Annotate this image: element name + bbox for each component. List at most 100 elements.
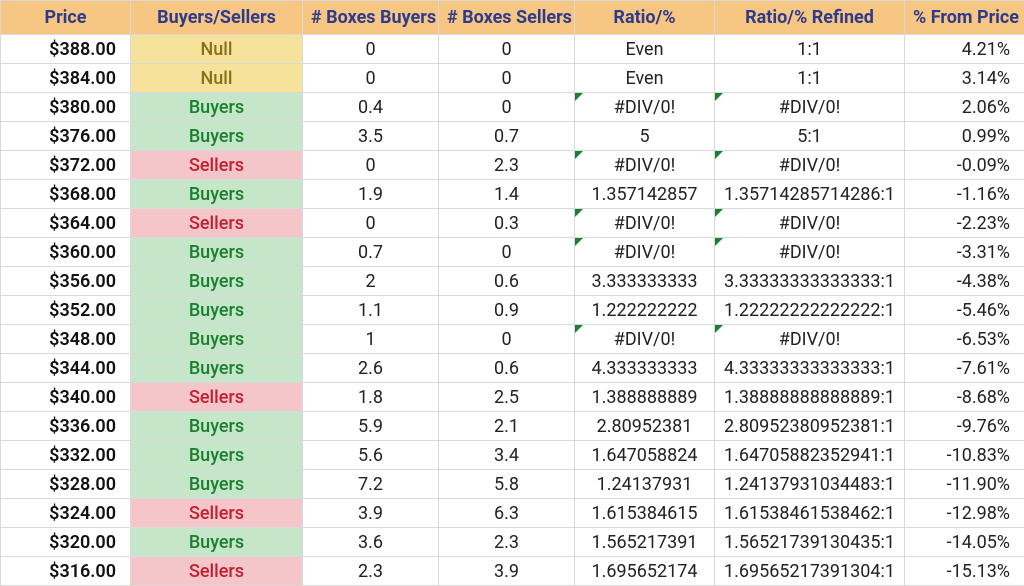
cell-buyers-sellers[interactable]: Buyers — [131, 354, 303, 383]
cell-boxes-sellers[interactable]: 2.1 — [439, 412, 575, 441]
cell-boxes-buyers[interactable]: 0.4 — [303, 93, 439, 122]
cell-boxes-buyers[interactable]: 5.9 — [303, 412, 439, 441]
cell-pct-from-price[interactable]: -6.53% — [905, 325, 1024, 354]
cell-pct-from-price[interactable]: -3.31% — [905, 238, 1024, 267]
table-row[interactable]: $332.00Buyers5.63.41.6470588241.64705882… — [1, 441, 1024, 470]
cell-boxes-sellers[interactable]: 3.4 — [439, 441, 575, 470]
cell-ratio[interactable]: 4.333333333 — [575, 354, 715, 383]
cell-boxes-buyers[interactable]: 1 — [303, 325, 439, 354]
cell-boxes-buyers[interactable]: 0.7 — [303, 238, 439, 267]
cell-price[interactable]: $336.00 — [1, 412, 131, 441]
cell-ratio[interactable]: 1.24137931 — [575, 470, 715, 499]
cell-buyers-sellers[interactable]: Buyers — [131, 325, 303, 354]
cell-ratio-refined[interactable]: #DIV/0! — [715, 325, 905, 354]
cell-ratio-refined[interactable]: #DIV/0! — [715, 151, 905, 180]
cell-price[interactable]: $368.00 — [1, 180, 131, 209]
cell-ratio[interactable]: 1.565217391 — [575, 528, 715, 557]
table-row[interactable]: $340.00Sellers1.82.51.3888888891.3888888… — [1, 383, 1024, 412]
cell-ratio-refined[interactable]: 1.24137931034483:1 — [715, 470, 905, 499]
cell-price[interactable]: $332.00 — [1, 441, 131, 470]
cell-buyers-sellers[interactable]: Buyers — [131, 528, 303, 557]
cell-pct-from-price[interactable]: -9.76% — [905, 412, 1024, 441]
cell-pct-from-price[interactable]: -11.90% — [905, 470, 1024, 499]
cell-pct-from-price[interactable]: -12.98% — [905, 499, 1024, 528]
cell-buyers-sellers[interactable]: Sellers — [131, 151, 303, 180]
cell-boxes-sellers[interactable]: 3.9 — [439, 557, 575, 586]
cell-ratio-refined[interactable]: 1.38888888888889:1 — [715, 383, 905, 412]
cell-ratio[interactable]: 1.222222222 — [575, 296, 715, 325]
table-row[interactable]: $360.00Buyers0.70#DIV/0!#DIV/0!-3.31% — [1, 238, 1024, 267]
cell-ratio[interactable]: #DIV/0! — [575, 238, 715, 267]
header-pct-from-price[interactable]: % From Price — [905, 1, 1024, 35]
table-row[interactable]: $380.00Buyers0.40#DIV/0!#DIV/0!2.06% — [1, 93, 1024, 122]
cell-ratio-refined[interactable]: 1.61538461538462:1 — [715, 499, 905, 528]
cell-price[interactable]: $352.00 — [1, 296, 131, 325]
header-buyers-sellers[interactable]: Buyers/Sellers — [131, 1, 303, 35]
cell-buyers-sellers[interactable]: Buyers — [131, 441, 303, 470]
cell-price[interactable]: $364.00 — [1, 209, 131, 238]
cell-boxes-buyers[interactable]: 3.6 — [303, 528, 439, 557]
header-boxes-sellers[interactable]: # Boxes Sellers — [439, 1, 575, 35]
header-ratio[interactable]: Ratio/% — [575, 1, 715, 35]
cell-ratio-refined[interactable]: #DIV/0! — [715, 238, 905, 267]
cell-ratio-refined[interactable]: 1.56521739130435:1 — [715, 528, 905, 557]
cell-ratio-refined[interactable]: 3.33333333333333:1 — [715, 267, 905, 296]
cell-boxes-buyers[interactable]: 1.9 — [303, 180, 439, 209]
cell-ratio-refined[interactable]: 1.64705882352941:1 — [715, 441, 905, 470]
cell-boxes-sellers[interactable]: 2.5 — [439, 383, 575, 412]
cell-pct-from-price[interactable]: -7.61% — [905, 354, 1024, 383]
cell-boxes-sellers[interactable]: 0.9 — [439, 296, 575, 325]
cell-ratio[interactable]: Even — [575, 35, 715, 64]
cell-buyers-sellers[interactable]: Buyers — [131, 470, 303, 499]
cell-ratio-refined[interactable]: 4.33333333333333:1 — [715, 354, 905, 383]
cell-ratio[interactable]: #DIV/0! — [575, 209, 715, 238]
cell-boxes-sellers[interactable]: 0.3 — [439, 209, 575, 238]
cell-ratio[interactable]: 1.695652174 — [575, 557, 715, 586]
cell-price[interactable]: $380.00 — [1, 93, 131, 122]
cell-buyers-sellers[interactable]: Sellers — [131, 383, 303, 412]
header-boxes-buyers[interactable]: # Boxes Buyers — [303, 1, 439, 35]
table-row[interactable]: $344.00Buyers2.60.64.3333333334.33333333… — [1, 354, 1024, 383]
cell-boxes-buyers[interactable]: 0 — [303, 209, 439, 238]
cell-buyers-sellers[interactable]: Buyers — [131, 122, 303, 151]
cell-boxes-buyers[interactable]: 1.1 — [303, 296, 439, 325]
cell-price[interactable]: $324.00 — [1, 499, 131, 528]
cell-boxes-sellers[interactable]: 0.6 — [439, 267, 575, 296]
cell-boxes-sellers[interactable]: 0.7 — [439, 122, 575, 151]
cell-boxes-sellers[interactable]: 2.3 — [439, 528, 575, 557]
cell-buyers-sellers[interactable]: Sellers — [131, 209, 303, 238]
cell-ratio[interactable]: Even — [575, 64, 715, 93]
cell-price[interactable]: $320.00 — [1, 528, 131, 557]
cell-buyers-sellers[interactable]: Buyers — [131, 180, 303, 209]
cell-pct-from-price[interactable]: 2.06% — [905, 93, 1024, 122]
cell-boxes-buyers[interactable]: 0 — [303, 64, 439, 93]
table-row[interactable]: $384.00Null00Even1:13.14% — [1, 64, 1024, 93]
table-row[interactable]: $352.00Buyers1.10.91.2222222221.22222222… — [1, 296, 1024, 325]
cell-ratio-refined[interactable]: 1.22222222222222:1 — [715, 296, 905, 325]
cell-boxes-sellers[interactable]: 6.3 — [439, 499, 575, 528]
cell-buyers-sellers[interactable]: Null — [131, 64, 303, 93]
cell-ratio-refined[interactable]: #DIV/0! — [715, 93, 905, 122]
cell-boxes-sellers[interactable]: 1.4 — [439, 180, 575, 209]
cell-ratio-refined[interactable]: 1.35714285714286:1 — [715, 180, 905, 209]
table-row[interactable]: $328.00Buyers7.25.81.241379311.241379310… — [1, 470, 1024, 499]
cell-ratio[interactable]: #DIV/0! — [575, 325, 715, 354]
cell-pct-from-price[interactable]: -1.16% — [905, 180, 1024, 209]
cell-boxes-sellers[interactable]: 2.3 — [439, 151, 575, 180]
cell-boxes-buyers[interactable]: 3.9 — [303, 499, 439, 528]
cell-pct-from-price[interactable]: -4.38% — [905, 267, 1024, 296]
cell-boxes-sellers[interactable]: 0 — [439, 93, 575, 122]
cell-price[interactable]: $344.00 — [1, 354, 131, 383]
cell-buyers-sellers[interactable]: Buyers — [131, 93, 303, 122]
cell-boxes-sellers[interactable]: 0 — [439, 35, 575, 64]
cell-boxes-sellers[interactable]: 0.6 — [439, 354, 575, 383]
header-ratio-refined[interactable]: Ratio/% Refined — [715, 1, 905, 35]
table-row[interactable]: $356.00Buyers20.63.3333333333.3333333333… — [1, 267, 1024, 296]
cell-ratio[interactable]: 1.388888889 — [575, 383, 715, 412]
cell-pct-from-price[interactable]: -0.09% — [905, 151, 1024, 180]
cell-price[interactable]: $372.00 — [1, 151, 131, 180]
cell-pct-from-price[interactable]: -15.13% — [905, 557, 1024, 586]
cell-price[interactable]: $376.00 — [1, 122, 131, 151]
table-row[interactable]: $372.00Sellers02.3#DIV/0!#DIV/0!-0.09% — [1, 151, 1024, 180]
cell-pct-from-price[interactable]: -2.23% — [905, 209, 1024, 238]
